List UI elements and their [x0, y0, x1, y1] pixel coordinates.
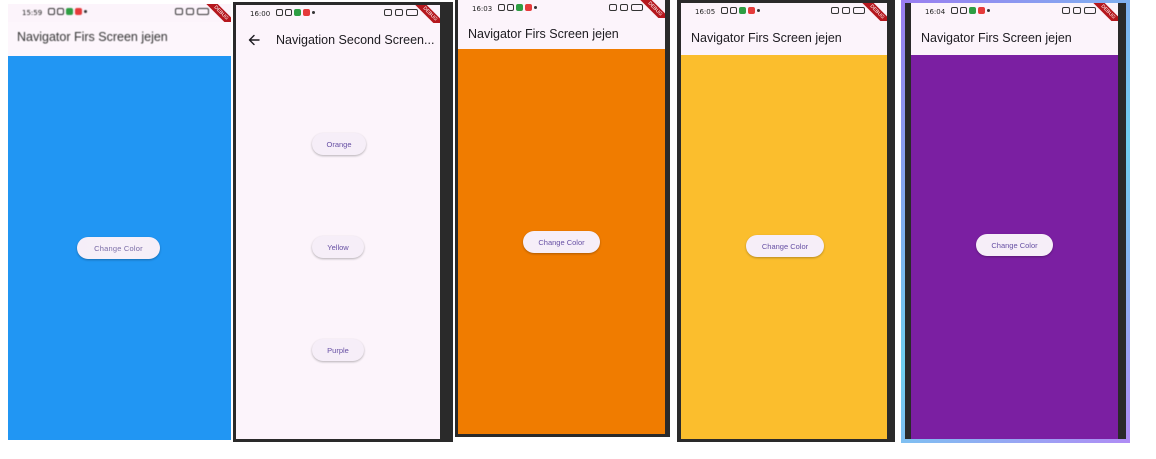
screen-blue: 15:59 DEBUG Navigator Firs Screen jejen …: [8, 4, 231, 440]
screen-purple: 16:04 DEBUG Navigator Firs Screen jejen: [905, 3, 1126, 439]
change-color-button[interactable]: Change Color: [746, 235, 824, 257]
screen-yellow: 16:05 DEBUG Navigator Firs Screen jejen …: [681, 3, 887, 439]
wifi-icon: [1073, 7, 1081, 14]
arrow-left-icon[interactable]: [246, 32, 262, 48]
yellow-button[interactable]: Yellow: [312, 236, 364, 258]
app-bar: Navigation Second Screen...: [236, 23, 440, 57]
chat-icon: [57, 8, 64, 15]
change-color-button[interactable]: Change Color: [976, 234, 1053, 256]
page-title: Navigator Firs Screen jejen: [921, 31, 1072, 45]
phone-blue: 15:59 DEBUG Navigator Firs Screen jejen …: [4, 4, 231, 440]
signal-icon: [186, 8, 194, 15]
page-title: Navigator Firs Screen jejen: [468, 27, 619, 41]
alarm-icon: [831, 7, 839, 14]
app-bar: Navigator Firs Screen jejen: [8, 22, 231, 56]
more-dot-icon: [987, 9, 990, 12]
battery-icon: [406, 9, 418, 16]
screen-second: 16:00 DEBUG Navigation Second Screen... …: [236, 5, 440, 439]
wifi-icon: [395, 9, 403, 16]
messages-icon: [739, 7, 746, 14]
app-bar: Navigator Firs Screen jejen: [458, 18, 665, 49]
alarm-icon: [1062, 7, 1070, 14]
notification-icons: [48, 8, 87, 15]
status-time: 16:04: [925, 8, 946, 16]
wifi-icon: [842, 7, 850, 14]
more-dot-icon: [312, 11, 315, 14]
system-icons: [1062, 7, 1096, 14]
page-title: Navigator Firs Screen jejen: [691, 31, 842, 45]
status-time: 16:05: [695, 8, 716, 16]
whatsapp-icon: [498, 4, 505, 11]
button-list: Orange Yellow Purple: [236, 57, 440, 439]
page-title: Navigation Second Screen...: [276, 33, 435, 47]
phone-orange: 16:03 DEBUG Navigator Firs Screen jejen …: [455, 0, 670, 437]
page-title: Navigator Firs Screen jejen: [17, 30, 168, 44]
alarm-icon: [609, 4, 617, 11]
status-bar: 16:05: [681, 3, 887, 21]
system-icons: [609, 4, 643, 11]
notification-icons: [498, 4, 537, 11]
screen-inner: 16:04 DEBUG Navigator Firs Screen jejen: [911, 3, 1118, 439]
chat-icon: [285, 9, 292, 16]
status-time: 16:00: [250, 10, 271, 18]
phone-yellow: 16:05 DEBUG Navigator Firs Screen jejen …: [677, 0, 895, 442]
app-icon: [303, 9, 310, 16]
chat-icon: [960, 7, 967, 14]
more-dot-icon: [757, 9, 760, 12]
chat-icon: [507, 4, 514, 11]
status-bar: 16:03: [458, 0, 665, 18]
phone-second: 16:00 DEBUG Navigation Second Screen... …: [233, 2, 453, 442]
battery-icon: [197, 8, 209, 15]
notification-icons: [951, 7, 990, 14]
system-icons: [175, 8, 209, 15]
change-color-button[interactable]: Change Color: [77, 237, 160, 259]
status-time: 15:59: [22, 9, 43, 17]
app-icon: [525, 4, 532, 11]
app-icon: [748, 7, 755, 14]
alarm-icon: [384, 9, 392, 16]
wifi-icon: [620, 4, 628, 11]
screen-orange: 16:03 DEBUG Navigator Firs Screen jejen …: [458, 0, 665, 434]
change-color-button[interactable]: Change Color: [523, 231, 600, 253]
alarm-icon: [175, 8, 183, 15]
status-time: 16:03: [472, 5, 493, 13]
whatsapp-icon: [951, 7, 958, 14]
messages-icon: [294, 9, 301, 16]
orange-button[interactable]: Orange: [312, 133, 366, 155]
whatsapp-icon: [721, 7, 728, 14]
color-body: Change Color: [681, 55, 887, 439]
whatsapp-icon: [48, 8, 55, 15]
app-bar: Navigator Firs Screen jejen: [681, 21, 887, 55]
system-icons: [384, 9, 418, 16]
battery-icon: [1084, 7, 1096, 14]
battery-icon: [853, 7, 865, 14]
status-bar: 15:59: [8, 4, 231, 22]
chat-icon: [730, 7, 737, 14]
notification-icons: [721, 7, 760, 14]
notification-icons: [276, 9, 315, 16]
messages-icon: [66, 8, 73, 15]
phone-purple: 16:04 DEBUG Navigator Firs Screen jejen: [901, 0, 1130, 443]
color-body: Change Color: [911, 55, 1118, 439]
purple-button[interactable]: Purple: [312, 339, 364, 361]
messages-icon: [969, 7, 976, 14]
app-bar: Navigator Firs Screen jejen: [911, 21, 1118, 55]
system-icons: [831, 7, 865, 14]
more-dot-icon: [84, 10, 87, 13]
status-bar: 16:00: [236, 5, 440, 23]
status-bar: 16:04: [911, 3, 1118, 21]
color-body: Change Color: [458, 49, 665, 434]
more-dot-icon: [534, 6, 537, 9]
messages-icon: [516, 4, 523, 11]
app-icon: [978, 7, 985, 14]
color-body: Change Color: [8, 56, 231, 440]
battery-icon: [631, 4, 643, 11]
whatsapp-icon: [276, 9, 283, 16]
app-icon: [75, 8, 82, 15]
